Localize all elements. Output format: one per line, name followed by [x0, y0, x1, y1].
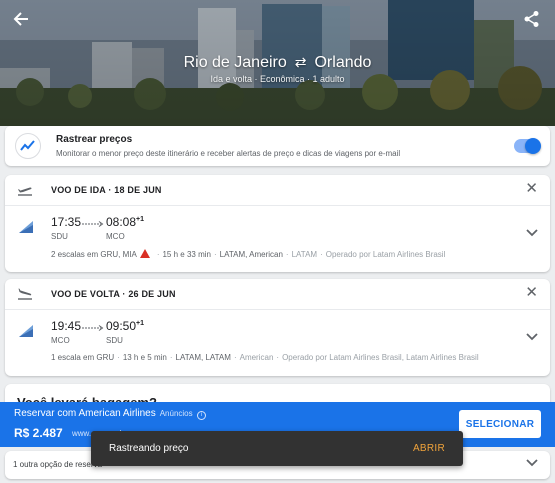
track-prices-toggle[interactable]: [514, 138, 541, 154]
ads-label: Anúncios i: [159, 409, 206, 420]
takeoff-icon: [18, 187, 32, 196]
booking-title: Reservar com American Airlines Anúncios i: [14, 408, 206, 420]
outbound-details: 2 escalas em GRU, MIA · 15 h e 33 min · LATA…: [51, 249, 446, 259]
duration-arrow-icon: [82, 325, 104, 331]
booking-price: R$ 2.487: [14, 426, 63, 440]
select-button[interactable]: SELECIONAR: [459, 410, 541, 438]
latam-logo-icon: [19, 221, 33, 233]
return-departure-time: 19:45: [51, 319, 82, 333]
return-arrival-airport: SDU: [106, 336, 123, 345]
chevron-down-icon: [526, 228, 538, 240]
booking-provider: Reservar com American Airlines: [14, 408, 156, 419]
toggle-knob: [525, 138, 541, 154]
return-header: VOO DE VOLTA · 26 DE JUN ✕: [5, 279, 550, 310]
return-flight-card: VOO DE VOLTA · 26 DE JUN ✕ 19:45 09:50+1…: [5, 279, 550, 376]
info-icon[interactable]: i: [196, 411, 206, 420]
snackbar: Rastreando preço ABRIR: [91, 431, 463, 466]
landing-icon: [18, 288, 32, 300]
track-prices-description: Monitorar o menor preço deste itinerário…: [56, 149, 401, 158]
outbound-flight-card: VOO DE IDA · 18 DE JUN ✕ 17:35 08:08+1 S…: [5, 175, 550, 272]
warning-icon: [139, 249, 150, 258]
share-icon: [524, 11, 539, 27]
return-duration: 13 h e 5 min: [122, 353, 167, 362]
outbound-title: VOO DE IDA · 18 DE JUN: [51, 185, 162, 195]
outbound-marketing-carrier: LATAM: [291, 250, 318, 259]
return-details: 1 escala em GRU · 13 h e 5 min · LATAM, LATA…: [51, 353, 479, 362]
destination-city: Orlando: [314, 54, 372, 71]
return-marketing-carrier: American: [239, 353, 274, 362]
day-offset: +1: [136, 216, 145, 223]
snackbar-open-button[interactable]: ABRIR: [413, 443, 445, 454]
duration-arrow-icon: [82, 221, 104, 227]
outbound-airlines: LATAM, American: [219, 250, 283, 259]
return-airlines: LATAM, LATAM: [175, 353, 231, 362]
outbound-header: VOO DE IDA · 18 DE JUN ✕: [5, 175, 550, 206]
origin-city: Rio de Janeiro: [183, 54, 287, 71]
share-button[interactable]: [523, 10, 545, 32]
outbound-arrival-airport: MCO: [106, 232, 125, 241]
outbound-operated-by: Operado por Latam Airlines Brasil: [325, 250, 446, 259]
return-arrival-time-value: 09:50: [106, 319, 137, 333]
outbound-arrival-time-value: 08:08: [106, 215, 137, 229]
outbound-arrival-time: 08:08+1: [106, 215, 144, 229]
return-departure-airport: MCO: [51, 336, 70, 345]
outbound-close-button[interactable]: ✕: [525, 181, 538, 197]
track-prices-title: Rastrear preços: [56, 134, 133, 145]
outbound-duration: 15 h e 33 min: [162, 250, 211, 259]
outbound-departure-airport: SDU: [51, 232, 68, 241]
return-title: VOO DE VOLTA · 26 DE JUN: [51, 289, 176, 299]
trend-chart-icon: [15, 133, 41, 159]
arrow-back-icon: [13, 12, 28, 26]
return-flight-row[interactable]: 19:45 09:50+1 MCO SDU 1 escala em GRU · 13…: [5, 310, 550, 376]
day-offset: +1: [136, 320, 145, 327]
outbound-stops: 2 escalas em GRU, MIA: [51, 250, 137, 259]
return-close-button[interactable]: ✕: [525, 285, 538, 301]
back-button[interactable]: [10, 10, 32, 32]
outbound-flight-row[interactable]: 17:35 08:08+1 SDU MCO 2 escalas em GRU, …: [5, 206, 550, 272]
ads-label-text: Anúncios: [159, 409, 193, 418]
latam-logo-icon: [19, 325, 33, 337]
swap-arrows-icon: ⇄: [294, 54, 307, 70]
chevron-down-icon: [526, 332, 538, 344]
return-stops: 1 escala em GRU: [51, 353, 115, 362]
chevron-down-icon: [526, 458, 538, 470]
track-prices-card: Rastrear preços Monitorar o menor preço …: [5, 126, 550, 166]
outbound-departure-time: 17:35: [51, 215, 82, 229]
route-title: Rio de Janeiro ⇄ Orlando: [0, 54, 555, 72]
other-options-text: 1 outra opção de reserva: [13, 460, 102, 469]
trip-summary: Ida e volta · Econômica · 1 adulto: [210, 74, 345, 84]
return-operated-by: Operado por Latam Airlines Brasil, Latam…: [282, 353, 479, 362]
snackbar-message: Rastreando preço: [109, 443, 189, 454]
return-arrival-time: 09:50+1: [106, 319, 144, 333]
